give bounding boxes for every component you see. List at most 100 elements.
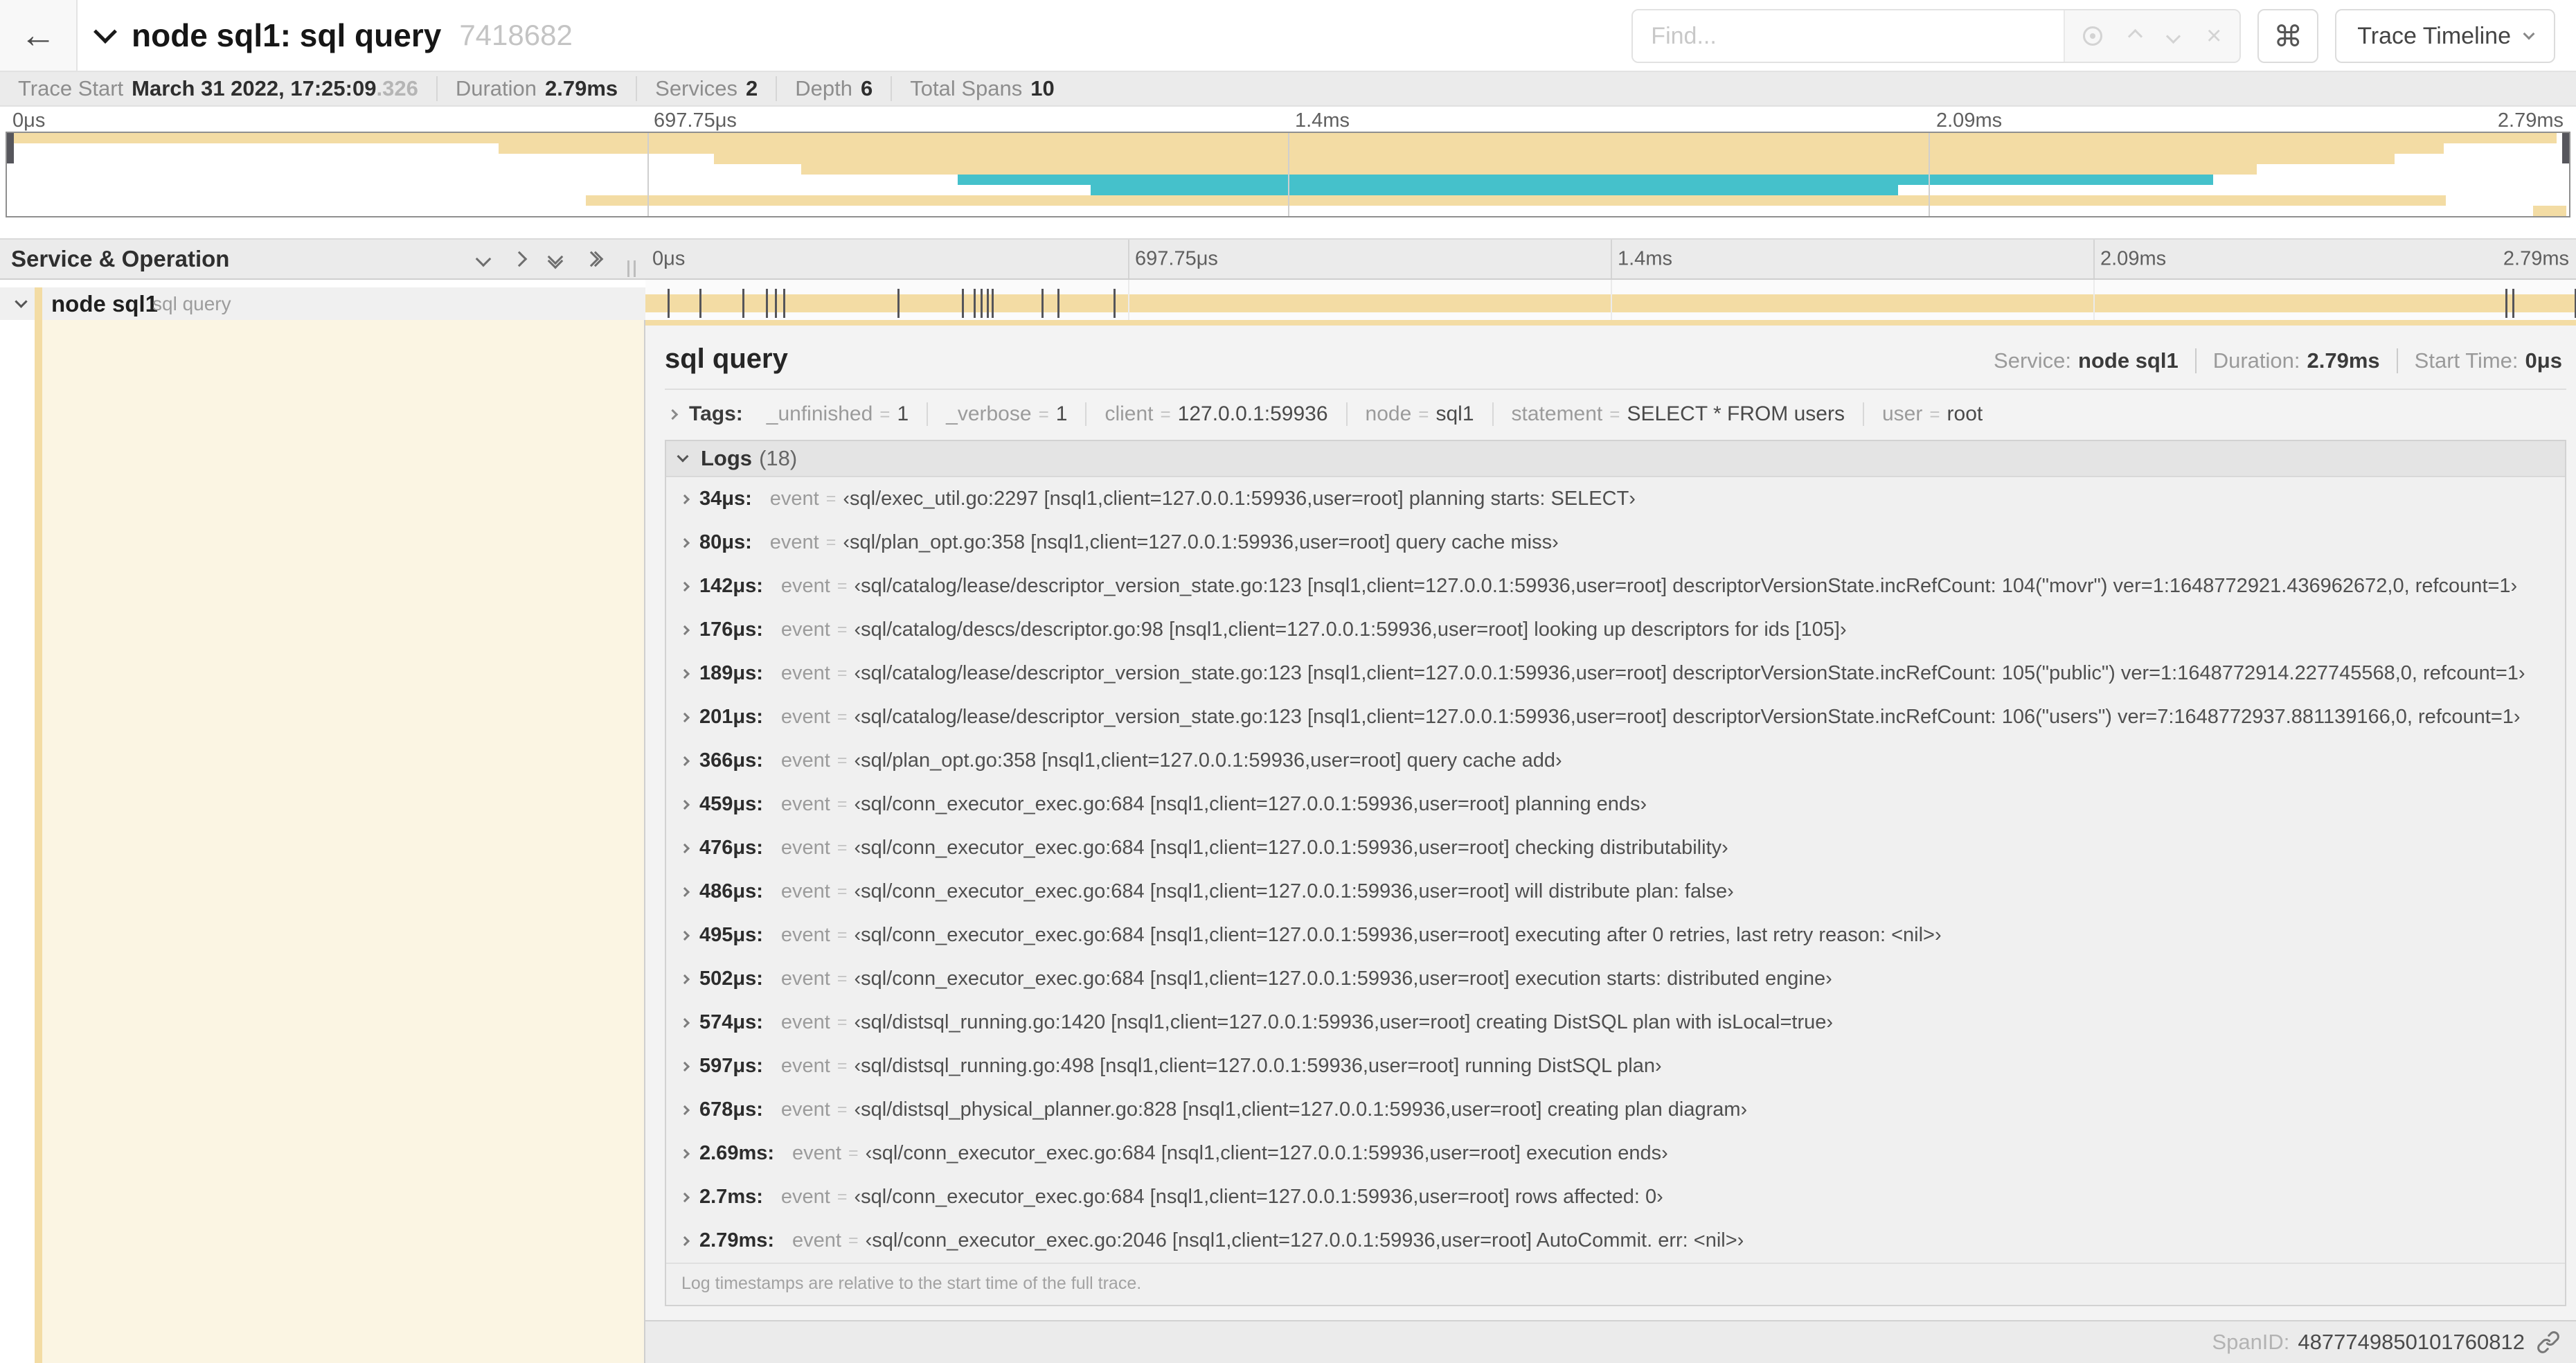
log-row[interactable]: 366μs: event = ‹sql/plan_opt.go:358 [nsq… [666, 739, 2565, 783]
log-row[interactable]: 495μs: event = ‹sql/conn_executor_exec.g… [666, 914, 2565, 957]
keyboard-shortcuts-button[interactable]: ⌘ [2257, 9, 2319, 63]
log-chevron-icon [679, 1017, 690, 1028]
collapse-all-icon[interactable] [547, 249, 564, 269]
log-row[interactable]: 2.69ms: event = ‹sql/conn_executor_exec.… [666, 1132, 2565, 1175]
tag-item: _verbose = 1 [927, 402, 1085, 426]
grid-line [1128, 240, 1129, 278]
column-resize-grip[interactable] [627, 260, 636, 277]
log-row[interactable]: 502μs: event = ‹sql/conn_executor_exec.g… [666, 957, 2565, 1001]
log-marker[interactable] [991, 289, 994, 318]
log-row[interactable]: 476μs: event = ‹sql/conn_executor_exec.g… [666, 826, 2565, 870]
trace-id: 7418682 [459, 19, 573, 51]
log-row[interactable]: 486μs: event = ‹sql/conn_executor_exec.g… [666, 870, 2565, 914]
focus-match-icon[interactable] [2083, 26, 2103, 46]
log-chevron-icon [679, 799, 690, 810]
log-timestamp: 142μs: [699, 575, 763, 597]
log-timestamp: 678μs: [699, 1098, 763, 1121]
logs-accordion-header[interactable]: Logs (18) [666, 441, 2565, 477]
span-collapse-chevron-icon[interactable] [15, 295, 28, 308]
trace-total-spans: Total Spans 10 [891, 76, 1072, 101]
log-field-key: event [780, 1055, 830, 1077]
tick-label: 1.4ms [1618, 247, 1672, 270]
log-field-value: ‹sql/distsql_running.go:1420 [nsql1,clie… [854, 1011, 1834, 1033]
tags-accordion[interactable]: Tags: _unfinished = 1 _verbose = 1 client = 12… [665, 390, 2566, 436]
log-marker[interactable] [742, 289, 744, 318]
back-button[interactable]: ← [0, 0, 78, 71]
span-service-name: node sql1 [51, 290, 159, 317]
log-marker[interactable] [1057, 289, 1059, 318]
log-row[interactable]: 189μs: event = ‹sql/catalog/lease/descri… [666, 652, 2565, 695]
log-row[interactable]: 597μs: event = ‹sql/distsql_running.go:4… [666, 1044, 2565, 1088]
logs-chevron-icon [677, 450, 689, 463]
log-chevron-icon [679, 887, 690, 897]
log-timestamp: 495μs: [699, 924, 763, 946]
log-marker[interactable] [980, 289, 983, 318]
log-row[interactable]: 678μs: event = ‹sql/distsql_physical_pla… [666, 1088, 2565, 1132]
log-marker[interactable] [667, 289, 670, 318]
log-marker[interactable] [961, 289, 964, 318]
tags-label: Tags: [689, 402, 743, 425]
span-detail-left-column [0, 320, 645, 1363]
tick-label: 0μs [12, 109, 46, 132]
log-marker[interactable] [2512, 289, 2515, 318]
log-row[interactable]: 80μs: event = ‹sql/plan_opt.go:358 [nsql… [666, 521, 2565, 564]
log-field-key: event [792, 1142, 841, 1164]
minimap-drag-handle-left[interactable] [7, 133, 14, 163]
tick-label: 2.09ms [1936, 109, 2003, 132]
column-divider[interactable] [644, 320, 645, 1363]
log-chevron-icon [679, 756, 690, 766]
log-marker[interactable] [774, 289, 777, 318]
log-field-key: event [769, 531, 819, 553]
log-row[interactable]: 2.7ms: event = ‹sql/conn_executor_exec.g… [666, 1175, 2565, 1219]
log-row[interactable]: 34μs: event = ‹sql/exec_util.go:2297 [ns… [666, 477, 2565, 521]
log-row[interactable]: 142μs: event = ‹sql/catalog/lease/descri… [666, 564, 2565, 608]
tag-item: client = 127.0.0.1:59936 [1085, 402, 1345, 426]
log-row[interactable]: 459μs: event = ‹sql/conn_executor_exec.g… [666, 783, 2565, 826]
log-field-value: ‹sql/catalog/lease/descriptor_version_st… [854, 575, 2518, 597]
view-selector-button[interactable]: Trace Timeline [2335, 9, 2555, 63]
log-chevron-icon [679, 668, 690, 679]
log-field-key: event [780, 880, 830, 902]
expand-all-icon[interactable] [583, 251, 604, 267]
log-marker[interactable] [973, 289, 976, 318]
log-marker[interactable] [765, 289, 768, 318]
log-marker[interactable] [1041, 289, 1044, 318]
minimap-drag-handle-right[interactable] [2562, 133, 2569, 163]
top-controls: × ⌘ Trace Timeline [1631, 9, 2555, 63]
command-icon: ⌘ [2273, 19, 2303, 53]
span-row-label[interactable]: node sql1 sql query [0, 287, 645, 320]
expand-one-icon[interactable] [511, 251, 528, 267]
log-marker[interactable] [897, 289, 900, 318]
log-field-value: ‹sql/conn_executor_exec.go:2046 [nsql1,c… [865, 1229, 1744, 1251]
log-chevron-icon [679, 1192, 690, 1202]
log-marker[interactable] [782, 289, 785, 318]
deep-link-icon[interactable] [2536, 1330, 2561, 1355]
minimap-ruler: 0μs 697.75μs 1.4ms 2.09ms 2.79ms [6, 107, 2570, 132]
tags-chevron-icon [667, 409, 679, 420]
trace-minimap: 0μs 697.75μs 1.4ms 2.09ms 2.79ms [0, 107, 2576, 238]
find-input[interactable] [1633, 10, 2064, 62]
span-id-value: 4877749850101760812 [2298, 1330, 2525, 1354]
log-marker[interactable] [2505, 289, 2508, 318]
log-field-value: ‹sql/conn_executor_exec.go:684 [nsql1,cl… [854, 793, 1647, 815]
log-row[interactable]: 176μs: event = ‹sql/catalog/descs/descri… [666, 608, 2565, 652]
log-field-value: ‹sql/distsql_physical_planner.go:828 [ns… [854, 1098, 1748, 1121]
collapse-one-icon[interactable] [475, 251, 492, 267]
log-row[interactable]: 574μs: event = ‹sql/distsql_running.go:1… [666, 1001, 2565, 1044]
tag-item: user = root [1862, 402, 2001, 426]
grid-line [1611, 240, 1612, 278]
log-row[interactable]: 201μs: event = ‹sql/catalog/lease/descri… [666, 695, 2565, 739]
log-timestamp: 34μs: [699, 488, 752, 510]
log-marker[interactable] [986, 289, 989, 318]
log-chevron-icon [679, 537, 690, 548]
collapse-trace-chevron-icon[interactable] [93, 20, 117, 44]
minimap-canvas[interactable] [6, 132, 2570, 217]
log-marker[interactable] [1113, 289, 1116, 318]
log-field-key: event [780, 968, 830, 990]
clear-find-icon[interactable]: × [2206, 23, 2221, 49]
prev-match-icon[interactable] [2127, 28, 2143, 44]
grid-line [1128, 280, 1129, 320]
log-row[interactable]: 2.79ms: event = ‹sql/conn_executor_exec.… [666, 1219, 2565, 1263]
log-marker[interactable] [699, 289, 701, 318]
next-match-icon[interactable] [2165, 28, 2181, 44]
